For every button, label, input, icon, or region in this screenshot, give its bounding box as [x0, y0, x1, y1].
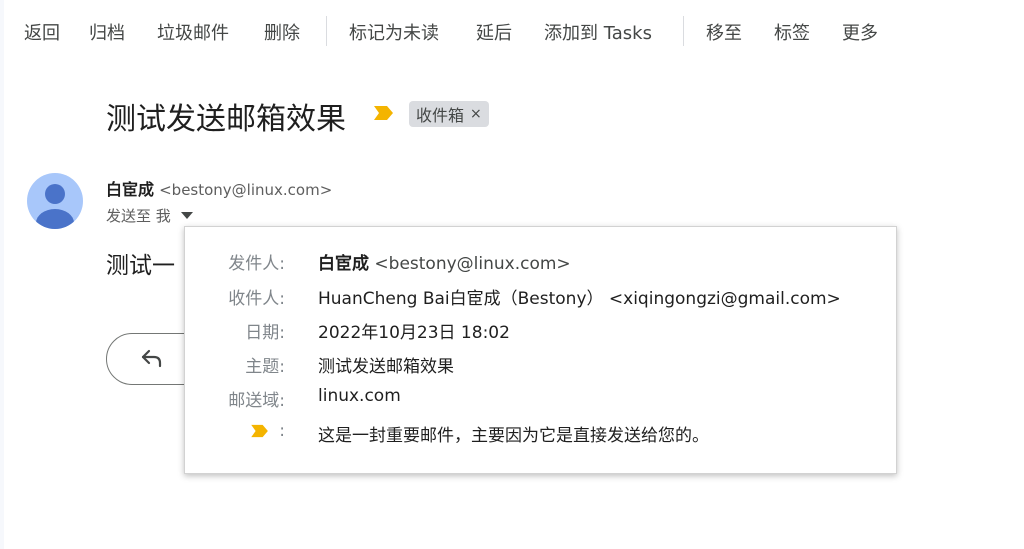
- email-subject: 测试发送邮箱效果: [106, 102, 346, 137]
- recipient-summary: 发送至 我: [106, 207, 171, 225]
- reply-icon: [141, 349, 162, 368]
- inbox-label-chip[interactable]: 收件箱 ×: [409, 101, 489, 127]
- recipient-details-toggle[interactable]: 发送至 我: [106, 205, 193, 226]
- message-details-popup: 发件人: 白宦成 <bestony@linux.com> 收件人: HuanCh…: [184, 226, 897, 474]
- from-name: 白宦成: [318, 254, 369, 274]
- back-button[interactable]: 返回: [24, 19, 60, 45]
- labels-button[interactable]: 标签: [774, 19, 810, 45]
- remove-label-icon[interactable]: ×: [470, 106, 482, 122]
- from-value: 白宦成 <bestony@linux.com>: [318, 249, 571, 274]
- mailed-by-label: 邮送域:: [228, 391, 285, 411]
- importance-row: : 这是一封重要邮件，主要因为它是直接发送给您的。: [185, 421, 896, 451]
- toolbar-divider: [326, 16, 327, 46]
- message-toolbar: 返回 归档 垃圾邮件 删除 标记为未读 延后 添加到 Tasks 移至 标签 更…: [0, 0, 1024, 62]
- importance-marker-icon: [251, 424, 269, 438]
- chevron-down-icon[interactable]: [180, 212, 193, 219]
- delete-button[interactable]: 删除: [264, 19, 300, 45]
- person-icon: [36, 184, 74, 229]
- importance-colon: :: [279, 421, 285, 441]
- importance-value: 这是一封重要邮件，主要因为它是直接发送给您的。: [318, 426, 709, 446]
- add-to-tasks-button[interactable]: 添加到 Tasks: [544, 19, 652, 45]
- date-label: 日期:: [245, 323, 285, 343]
- importance-label: :: [251, 421, 285, 441]
- sender-line: 白宦成 <bestony@linux.com>: [106, 176, 332, 200]
- to-label: 收件人:: [228, 289, 285, 309]
- subject-label: 主题:: [245, 357, 285, 377]
- label-chip-text: 收件箱: [416, 106, 465, 125]
- mark-unread-button[interactable]: 标记为未读: [349, 19, 439, 45]
- move-to-button[interactable]: 移至: [706, 19, 742, 45]
- message-body: 测试一: [106, 253, 175, 279]
- subject-row: 主题: 测试发送邮箱效果: [185, 352, 896, 382]
- from-row: 发件人: 白宦成 <bestony@linux.com>: [185, 249, 896, 279]
- from-email: <bestony@linux.com>: [374, 254, 571, 274]
- to-row: 收件人: HuanCheng Bai白宦成（Bestony） <xiqingon…: [185, 284, 896, 314]
- date-row: 日期: 2022年10月23日 18:02: [185, 318, 896, 348]
- toolbar-divider: [683, 16, 684, 46]
- more-button[interactable]: 更多: [842, 19, 878, 45]
- report-spam-button[interactable]: 垃圾邮件: [157, 19, 229, 45]
- sender-name[interactable]: 白宦成: [106, 180, 154, 199]
- archive-button[interactable]: 归档: [89, 19, 125, 45]
- snooze-button[interactable]: 延后: [476, 19, 512, 45]
- left-edge: [0, 0, 4, 549]
- mailed-by-value: linux.com: [318, 386, 401, 406]
- date-value: 2022年10月23日 18:02: [318, 323, 510, 343]
- to-value: HuanCheng Bai白宦成（Bestony） <xiqingongzi@g…: [318, 289, 841, 309]
- importance-marker-icon[interactable]: [374, 105, 394, 125]
- mailed-by-row: 邮送域: linux.com: [185, 386, 896, 416]
- sender-avatar[interactable]: [27, 173, 83, 229]
- sender-email: <bestony@linux.com>: [159, 181, 333, 199]
- from-label: 发件人:: [228, 254, 285, 274]
- subject-value: 测试发送邮箱效果: [318, 357, 454, 377]
